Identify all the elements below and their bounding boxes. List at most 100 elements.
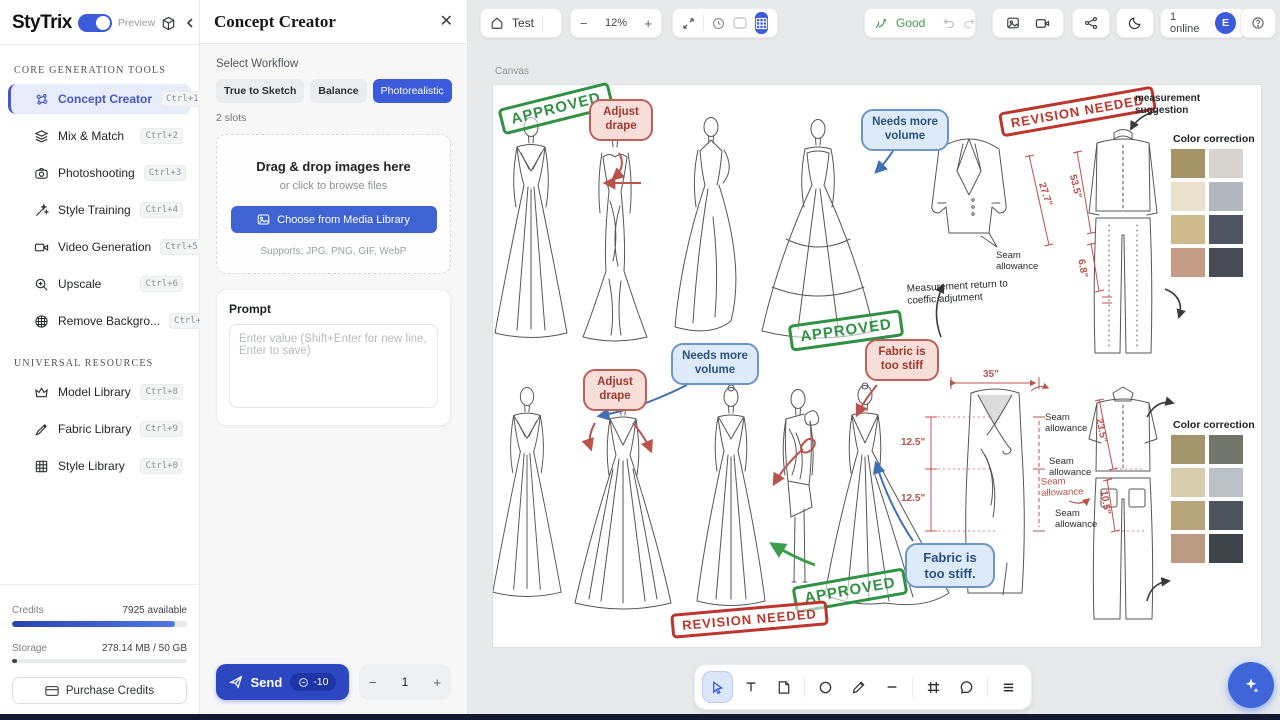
share-icon[interactable] [1084, 16, 1098, 30]
choose-media-library-button[interactable]: Choose from Media Library [231, 206, 437, 233]
fit-view-icon[interactable] [682, 17, 695, 30]
close-icon[interactable]: ✕ [440, 14, 453, 30]
color-swatch[interactable] [1171, 501, 1205, 530]
ai-assistant-fab[interactable] [1228, 662, 1274, 708]
adjust-drape-bubble[interactable]: Adjust drape [589, 99, 653, 141]
tool-pencil[interactable] [844, 672, 873, 702]
color-swatch[interactable] [1209, 149, 1243, 178]
app-logo: StyTrix [12, 12, 72, 34]
color-swatch[interactable] [1171, 435, 1205, 464]
sidebar-item-label: Style Library [58, 459, 125, 473]
preview-toggle[interactable] [78, 14, 112, 32]
sidebar-item-model-library[interactable]: Model Library Ctrl+8 [8, 377, 191, 407]
section-universal-resources: UNIVERSAL RESOURCES [14, 358, 187, 369]
stepper-value: 1 [402, 675, 409, 689]
redo-icon[interactable] [963, 17, 977, 30]
needs-more-volume-bubble[interactable]: Needs more volume [671, 343, 759, 385]
sidebar-item-label: Style Training [58, 203, 131, 217]
tool-menu[interactable] [994, 672, 1023, 702]
color-correction-palette-top[interactable] [1171, 149, 1243, 277]
credits-label: Credits [12, 605, 44, 616]
send-cost-badge: -10 [290, 673, 336, 691]
credit-card-icon [45, 685, 59, 697]
dropzone-title: Drag & drop images here [227, 159, 440, 174]
sidebar-item-upscale[interactable]: Upscale Ctrl+6 [8, 269, 191, 299]
adjust-drape-bubble[interactable]: Adjust drape [583, 369, 647, 411]
color-swatch[interactable] [1171, 534, 1205, 563]
sidebar-item-remove-background[interactable]: Remove Backgro... Ctrl+7 [8, 306, 191, 336]
stepper-decrease-button[interactable]: − [369, 675, 377, 690]
comment-bubble-icon [959, 680, 974, 695]
workflow-balance[interactable]: Balance [310, 79, 366, 103]
storage-label: Storage [12, 643, 47, 654]
workflow-true-to-sketch[interactable]: True to Sketch [216, 79, 304, 103]
home-icon[interactable] [490, 16, 504, 30]
window-bottom-edge [0, 714, 1280, 720]
needs-more-volume-bubble[interactable]: Needs more volume [861, 109, 949, 151]
prompt-input[interactable] [229, 324, 438, 408]
color-swatch[interactable] [1209, 468, 1243, 497]
line-icon [885, 680, 899, 694]
moon-icon[interactable] [1128, 16, 1142, 30]
project-name[interactable]: Test [512, 16, 534, 30]
zoom-in-button[interactable]: + [644, 16, 652, 31]
purchase-credits-button[interactable]: Purchase Credits [12, 677, 187, 704]
color-swatch[interactable] [1171, 182, 1205, 211]
help-icon[interactable] [1251, 16, 1265, 30]
canvas[interactable]: APPROVED REVISION NEEDED APPROVED APPROV… [492, 84, 1262, 648]
color-swatch[interactable] [1209, 534, 1243, 563]
tool-select[interactable] [703, 672, 732, 702]
color-correction-label[interactable]: Color correction [1173, 419, 1255, 431]
record-video-icon[interactable] [1035, 17, 1050, 30]
fabric-too-stiff-bubble[interactable]: Fabric is too stiff. [905, 543, 995, 588]
color-swatch[interactable] [1209, 248, 1243, 277]
history-clock-icon[interactable] [712, 17, 725, 30]
connection-status: Good [896, 16, 925, 30]
fabric-too-stiff-bubble[interactable]: Fabric is too stiff [865, 339, 939, 381]
tool-line[interactable] [877, 672, 906, 702]
seam-allowance-note-red[interactable]: Seam allowance [1041, 476, 1090, 500]
zoom-level[interactable]: 12% [605, 17, 627, 29]
color-swatch[interactable] [1209, 501, 1243, 530]
color-swatch[interactable] [1209, 215, 1243, 244]
tool-page[interactable] [769, 672, 798, 702]
stepper-increase-button[interactable]: + [433, 675, 441, 690]
plugin-box-icon[interactable] [161, 16, 176, 31]
color-correction-label[interactable]: Color correction [1173, 133, 1255, 145]
color-swatch[interactable] [1209, 182, 1243, 211]
color-swatch[interactable] [1209, 435, 1243, 464]
tool-shape[interactable] [811, 672, 840, 702]
zoom-pill: − 12% + [570, 8, 662, 38]
undo-icon[interactable] [941, 17, 955, 30]
tool-text[interactable] [736, 672, 765, 702]
color-swatch[interactable] [1171, 248, 1205, 277]
sidebar-item-style-library[interactable]: Style Library Ctrl+0 [8, 451, 191, 481]
frame-outline-icon[interactable] [733, 17, 747, 29]
snapshot-icon[interactable] [1006, 16, 1020, 30]
grid-view-button[interactable] [755, 12, 768, 34]
color-swatch[interactable] [1171, 468, 1205, 497]
sidebar-item-video-generation[interactable]: Video Generation Ctrl+5 [8, 232, 191, 262]
send-button[interactable]: Send -10 [216, 664, 349, 700]
color-swatch[interactable] [1171, 149, 1205, 178]
tool-comment[interactable] [952, 672, 981, 702]
color-correction-palette-bottom[interactable] [1171, 435, 1243, 563]
sidebar-item-style-training[interactable]: Style Training Ctrl+4 [8, 195, 191, 225]
workflow-photorealistic[interactable]: Photorealistic [373, 79, 452, 103]
grid-view-icon [755, 17, 768, 30]
sidebar-item-concept-creator[interactable]: Concept Creator Ctrl+1 [8, 84, 191, 114]
color-swatch[interactable] [1171, 215, 1205, 244]
sidebar-item-mix-match[interactable]: Mix & Match Ctrl+2 [8, 121, 191, 151]
sidebar-item-photoshooting[interactable]: Photoshooting Ctrl+3 [8, 158, 191, 188]
measurement-suggestion-note[interactable]: measurement suggestion [1135, 93, 1227, 116]
seam-allowance-note[interactable]: Seam allowance [996, 251, 1054, 273]
sidebar-item-fabric-library[interactable]: Fabric Library Ctrl+9 [8, 414, 191, 444]
image-dropzone[interactable]: Drag & drop images here or click to brow… [216, 134, 451, 274]
avatar[interactable]: E [1215, 12, 1236, 34]
tool-frame[interactable] [919, 672, 948, 702]
workflow-buttons: True to Sketch Balance Photorealistic [216, 79, 451, 103]
purchase-credits-label: Purchase Credits [66, 685, 154, 697]
zoom-out-button[interactable]: − [580, 16, 588, 31]
ellipse-icon [818, 680, 833, 695]
collapse-sidebar-icon[interactable] [184, 17, 196, 29]
